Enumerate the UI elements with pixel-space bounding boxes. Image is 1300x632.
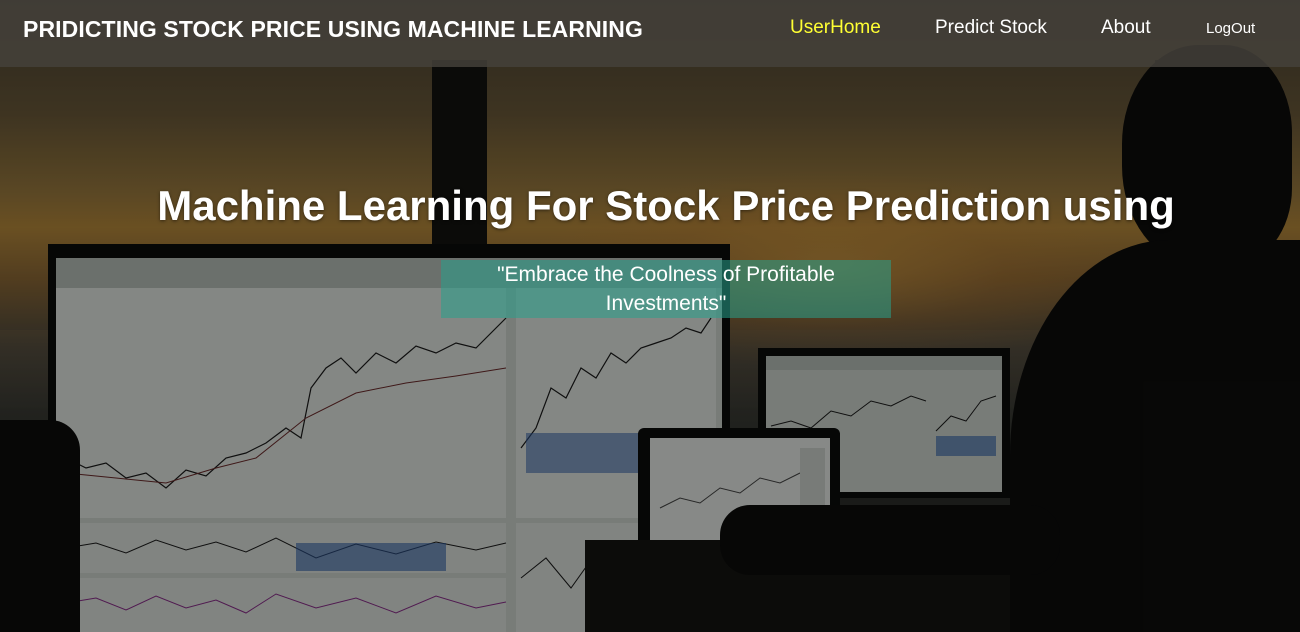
site-brand[interactable]: PRIDICTING STOCK PRICE USING MACHINE LEA… xyxy=(23,16,643,43)
nav-predict-stock[interactable]: Predict Stock xyxy=(935,17,1047,39)
nav-logout[interactable]: LogOut xyxy=(1206,20,1255,37)
nav-userhome[interactable]: UserHome xyxy=(790,17,881,39)
hero-tagline: "Embrace the Coolness of Profitable Inve… xyxy=(441,260,891,318)
hero-title-text: Machine Learning For Stock Price Predict… xyxy=(157,182,1175,229)
hero-background: PRIDICTING STOCK PRICE USING MACHINE LEA… xyxy=(0,0,1300,632)
top-navbar: PRIDICTING STOCK PRICE USING MACHINE LEA… xyxy=(0,0,1300,67)
hero-title: Machine Learning For Stock Price Predict… xyxy=(0,182,1300,230)
nav-about[interactable]: About xyxy=(1101,17,1151,39)
